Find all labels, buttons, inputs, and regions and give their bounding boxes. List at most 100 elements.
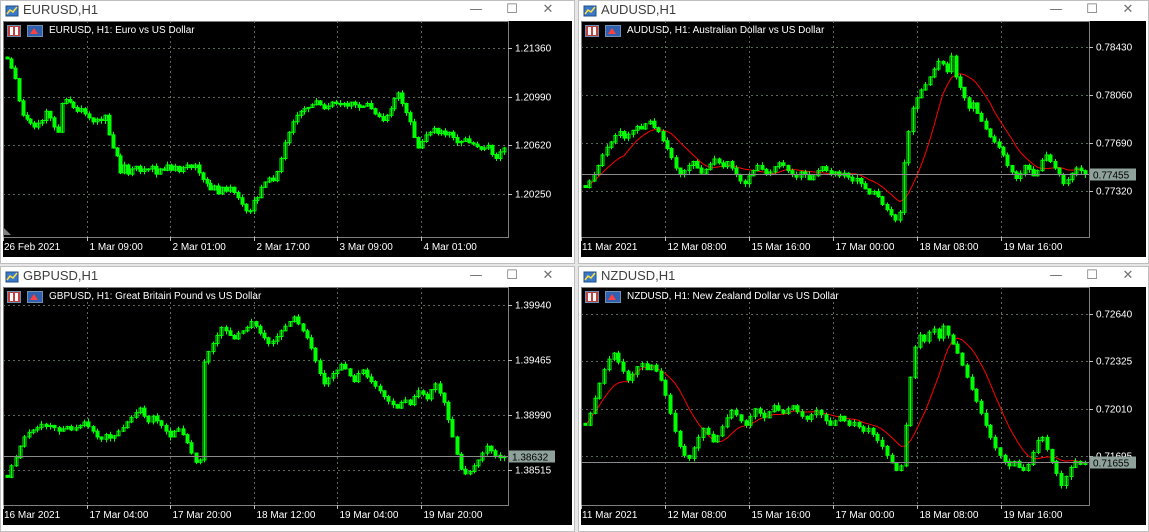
expert-advisor-icon[interactable] bbox=[605, 291, 621, 303]
close-icon[interactable]: ✕ bbox=[534, 267, 562, 285]
chart-area[interactable]: 1.39940 1.39465 1.38990 1.38515 16 Mar 2021 1… bbox=[3, 287, 572, 525]
candle-body-bear bbox=[867, 188, 872, 195]
candle-body-bear bbox=[875, 433, 880, 441]
chart-header-text: NZDUSD, H1: New Zealand Dollar vs US Dol… bbox=[627, 291, 839, 302]
candle-body-bear bbox=[391, 400, 396, 406]
candle-body-bear bbox=[984, 120, 989, 130]
minimize-icon[interactable]: — bbox=[462, 1, 490, 19]
candle-body-bear bbox=[52, 424, 57, 429]
price-label: 0.78060 bbox=[1096, 91, 1133, 102]
candle-body-bear bbox=[824, 166, 829, 172]
candle-body-bear bbox=[859, 177, 864, 185]
price-chart-svg[interactable]: 0.726400.723250.720100.7169511 Mar 20211… bbox=[581, 287, 1146, 525]
close-icon[interactable]: ✕ bbox=[534, 1, 562, 19]
price-label: 0.72325 bbox=[1096, 357, 1133, 368]
candle-body-bear bbox=[621, 361, 626, 372]
candle-body-bear bbox=[842, 415, 847, 422]
trade-panel-icon[interactable] bbox=[585, 291, 599, 303]
close-icon[interactable]: ✕ bbox=[1114, 1, 1142, 19]
candle-body-bear bbox=[717, 158, 722, 164]
candle-body-bear bbox=[228, 330, 233, 336]
maximize-icon[interactable]: ☐ bbox=[1078, 267, 1106, 285]
candle-body-bear bbox=[937, 328, 942, 339]
candle-body-bear bbox=[236, 191, 241, 199]
current-price-label: 0.77455 bbox=[1093, 171, 1130, 182]
close-icon[interactable]: ✕ bbox=[1114, 267, 1142, 285]
expert-advisor-icon[interactable] bbox=[27, 25, 43, 37]
candle-body-bear bbox=[975, 102, 980, 114]
time-label: 1 Mar 09:00 bbox=[90, 242, 144, 253]
candle-body-bear bbox=[21, 100, 26, 116]
window-titlebar[interactable]: AUDUSD,H1 — ☐ ✕ bbox=[579, 1, 1148, 19]
candle-body-bear bbox=[946, 325, 951, 336]
price-label: 1.20990 bbox=[515, 93, 552, 104]
candle-body-bear bbox=[13, 67, 18, 80]
price-chart-svg[interactable]: 1.21360 1.20990 1.20620 1.20250 26 Feb 2021 1… bbox=[3, 21, 572, 257]
candle-body-bear bbox=[296, 316, 301, 325]
candle-body-bear bbox=[17, 78, 22, 102]
candle-body-bear bbox=[758, 408, 763, 414]
candle-body-bear bbox=[99, 118, 104, 121]
candle-body-bear bbox=[232, 334, 237, 340]
candle-body-bear bbox=[318, 360, 323, 375]
candle-body-bear bbox=[1079, 167, 1084, 172]
candle-body-bear bbox=[126, 164, 131, 175]
window-titlebar[interactable]: EURUSD,H1 — ☐ ✕ bbox=[1, 1, 574, 19]
candle-body-bear bbox=[786, 164, 791, 172]
minimize-icon[interactable]: — bbox=[1042, 1, 1070, 19]
time-label: 18 Mar 12:00 bbox=[257, 510, 316, 521]
candle-body-bull bbox=[146, 168, 151, 171]
candle-body-bear bbox=[258, 325, 263, 334]
candle-body-bear bbox=[776, 405, 781, 411]
candle-body-bear bbox=[885, 203, 890, 211]
candle-body-bear bbox=[494, 154, 499, 159]
maximize-icon[interactable]: ☐ bbox=[498, 267, 526, 285]
candle-body-bear bbox=[974, 388, 979, 402]
candle-body-bear bbox=[416, 137, 421, 149]
expert-advisor-icon[interactable] bbox=[605, 25, 621, 37]
candle-body-bear bbox=[201, 172, 206, 180]
candle-body-bear bbox=[493, 450, 498, 456]
candle-body-bear bbox=[781, 162, 786, 166]
price-label: 1.38515 bbox=[515, 466, 552, 477]
maximize-icon[interactable]: ☐ bbox=[1078, 1, 1106, 19]
trade-panel-icon[interactable] bbox=[7, 25, 21, 37]
chart-header-text: AUDUSD, H1: Australian Dollar vs US Doll… bbox=[627, 25, 825, 36]
candle-body-bear bbox=[353, 101, 358, 106]
price-label: 0.77320 bbox=[1096, 187, 1133, 198]
candle-body-bear bbox=[984, 412, 989, 426]
chart-window-nzdusd[interactable]: NZDUSD,H1 — ☐ ✕ 0.72640 0.72325 0.72010 0.7… bbox=[578, 266, 1149, 532]
candle-body-bear bbox=[1054, 460, 1059, 474]
minimize-icon[interactable]: — bbox=[1042, 267, 1070, 285]
price-chart-svg[interactable]: 0.78430 0.78060 0.77690 0.77320 11 Mar 2021 1… bbox=[581, 21, 1146, 257]
window-title: GBPUSD,H1 bbox=[23, 268, 99, 283]
chart-window-audusd[interactable]: AUDUSD,H1 — ☐ ✕ 0.78430 0.78060 0.77690 0.7… bbox=[578, 0, 1149, 264]
candle-body-bear bbox=[890, 454, 895, 464]
price-label: 1.38990 bbox=[515, 411, 552, 422]
candle-body-bear bbox=[880, 439, 885, 447]
chart-area[interactable]: 0.78430 0.78060 0.77690 0.77320 11 Mar 2021 1… bbox=[581, 21, 1146, 257]
window-titlebar[interactable]: GBPUSD,H1 — ☐ ✕ bbox=[1, 267, 574, 285]
chart-area[interactable]: 1.21360 1.20990 1.20620 1.20250 26 Feb 2021 1… bbox=[3, 21, 572, 257]
candle-body-bear bbox=[988, 128, 993, 138]
chart-window-gbpusd[interactable]: GBPUSD,H1 — ☐ ✕ 1.39940 1.39465 1.38990 1.3… bbox=[0, 266, 575, 532]
chart-area[interactable]: 0.726400.723250.720100.7169511 Mar 20211… bbox=[581, 287, 1146, 525]
expert-advisor-icon[interactable] bbox=[27, 291, 43, 303]
candle-body-bear bbox=[318, 100, 323, 106]
maximize-icon[interactable]: ☐ bbox=[498, 1, 526, 19]
candle-body-bear bbox=[115, 147, 120, 157]
minimize-icon[interactable]: — bbox=[462, 267, 490, 285]
candle-body-bear bbox=[583, 422, 588, 426]
candle-body-bear bbox=[373, 108, 378, 115]
chart-window-eurusd[interactable]: EURUSD,H1 — ☐ ✕ 1.21360 1.20990 1.20620 1.2… bbox=[0, 0, 575, 264]
candle-body-bear bbox=[876, 190, 881, 198]
time-label: 16 Mar 2021 bbox=[4, 510, 61, 521]
trade-panel-icon[interactable] bbox=[7, 291, 21, 303]
candle-body-bear bbox=[305, 330, 310, 339]
candle-body-bear bbox=[941, 60, 946, 65]
window-titlebar[interactable]: NZDUSD,H1 — ☐ ✕ bbox=[579, 267, 1148, 285]
price-chart-svg[interactable]: 1.39940 1.39465 1.38990 1.38515 16 Mar 2021 1… bbox=[3, 287, 572, 525]
candle-body-bear bbox=[979, 112, 984, 122]
candle-body-bear bbox=[57, 427, 62, 432]
trade-panel-icon[interactable] bbox=[585, 25, 599, 37]
